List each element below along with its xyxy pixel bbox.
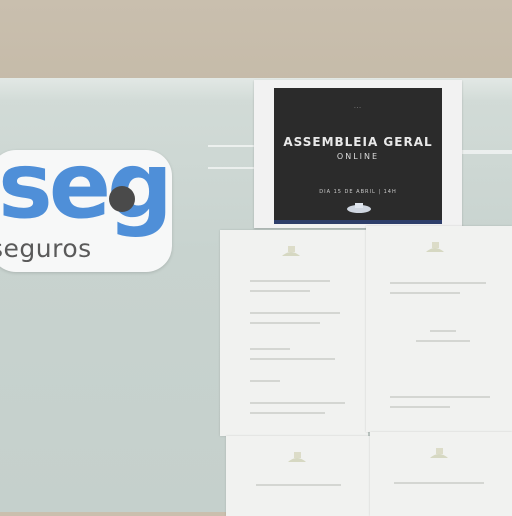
- document-text-line: [390, 292, 460, 294]
- logo-wordmark: seg: [0, 132, 173, 239]
- document-sheet-3: [226, 436, 372, 516]
- poster-date: DIA 15 DE ABRIL | 14H: [319, 189, 397, 195]
- document-text-line: [250, 322, 320, 324]
- board-clip: [208, 145, 260, 169]
- document-sheet-1: [220, 230, 368, 436]
- poster-title: ASSEMBLEIA GERAL: [283, 135, 433, 149]
- document-text-line: [250, 412, 325, 414]
- document-text-line: [416, 340, 470, 342]
- logo-dot-icon: [109, 186, 135, 212]
- document-text-line: [250, 280, 330, 282]
- poster-header: ...: [354, 104, 362, 110]
- logo-subtitle: seguros: [0, 234, 92, 263]
- document-logo-icon: [288, 452, 306, 462]
- document-text-line: [390, 396, 490, 398]
- document-text-line: [250, 312, 340, 314]
- document-text-line: [250, 402, 345, 404]
- document-text-line: [250, 348, 290, 350]
- poster-subtitle: ONLINE: [336, 152, 380, 161]
- document-text-line: [390, 406, 450, 408]
- company-logo-sticker: seg seguros: [0, 140, 173, 272]
- document-sheet-4: [370, 432, 512, 516]
- document-text-line: [256, 484, 341, 486]
- document-logo-icon: [426, 242, 444, 252]
- assembly-poster: ... ASSEMBLEIA GERAL ONLINE DIA 15 DE AB…: [254, 80, 462, 228]
- document-text-line: [250, 290, 310, 292]
- document-text-line: [250, 358, 335, 360]
- document-logo-icon: [430, 448, 448, 458]
- poster-panel: ... ASSEMBLEIA GERAL ONLINE DIA 15 DE AB…: [274, 88, 442, 224]
- board-rail: [460, 150, 512, 154]
- document-text-line: [430, 330, 456, 332]
- poster-logo-icon: [347, 203, 371, 213]
- document-sheet-2: [366, 226, 512, 432]
- document-text-line: [394, 482, 484, 484]
- document-logo-icon: [282, 246, 300, 256]
- document-text-line: [390, 282, 486, 284]
- document-text-line: [250, 380, 280, 382]
